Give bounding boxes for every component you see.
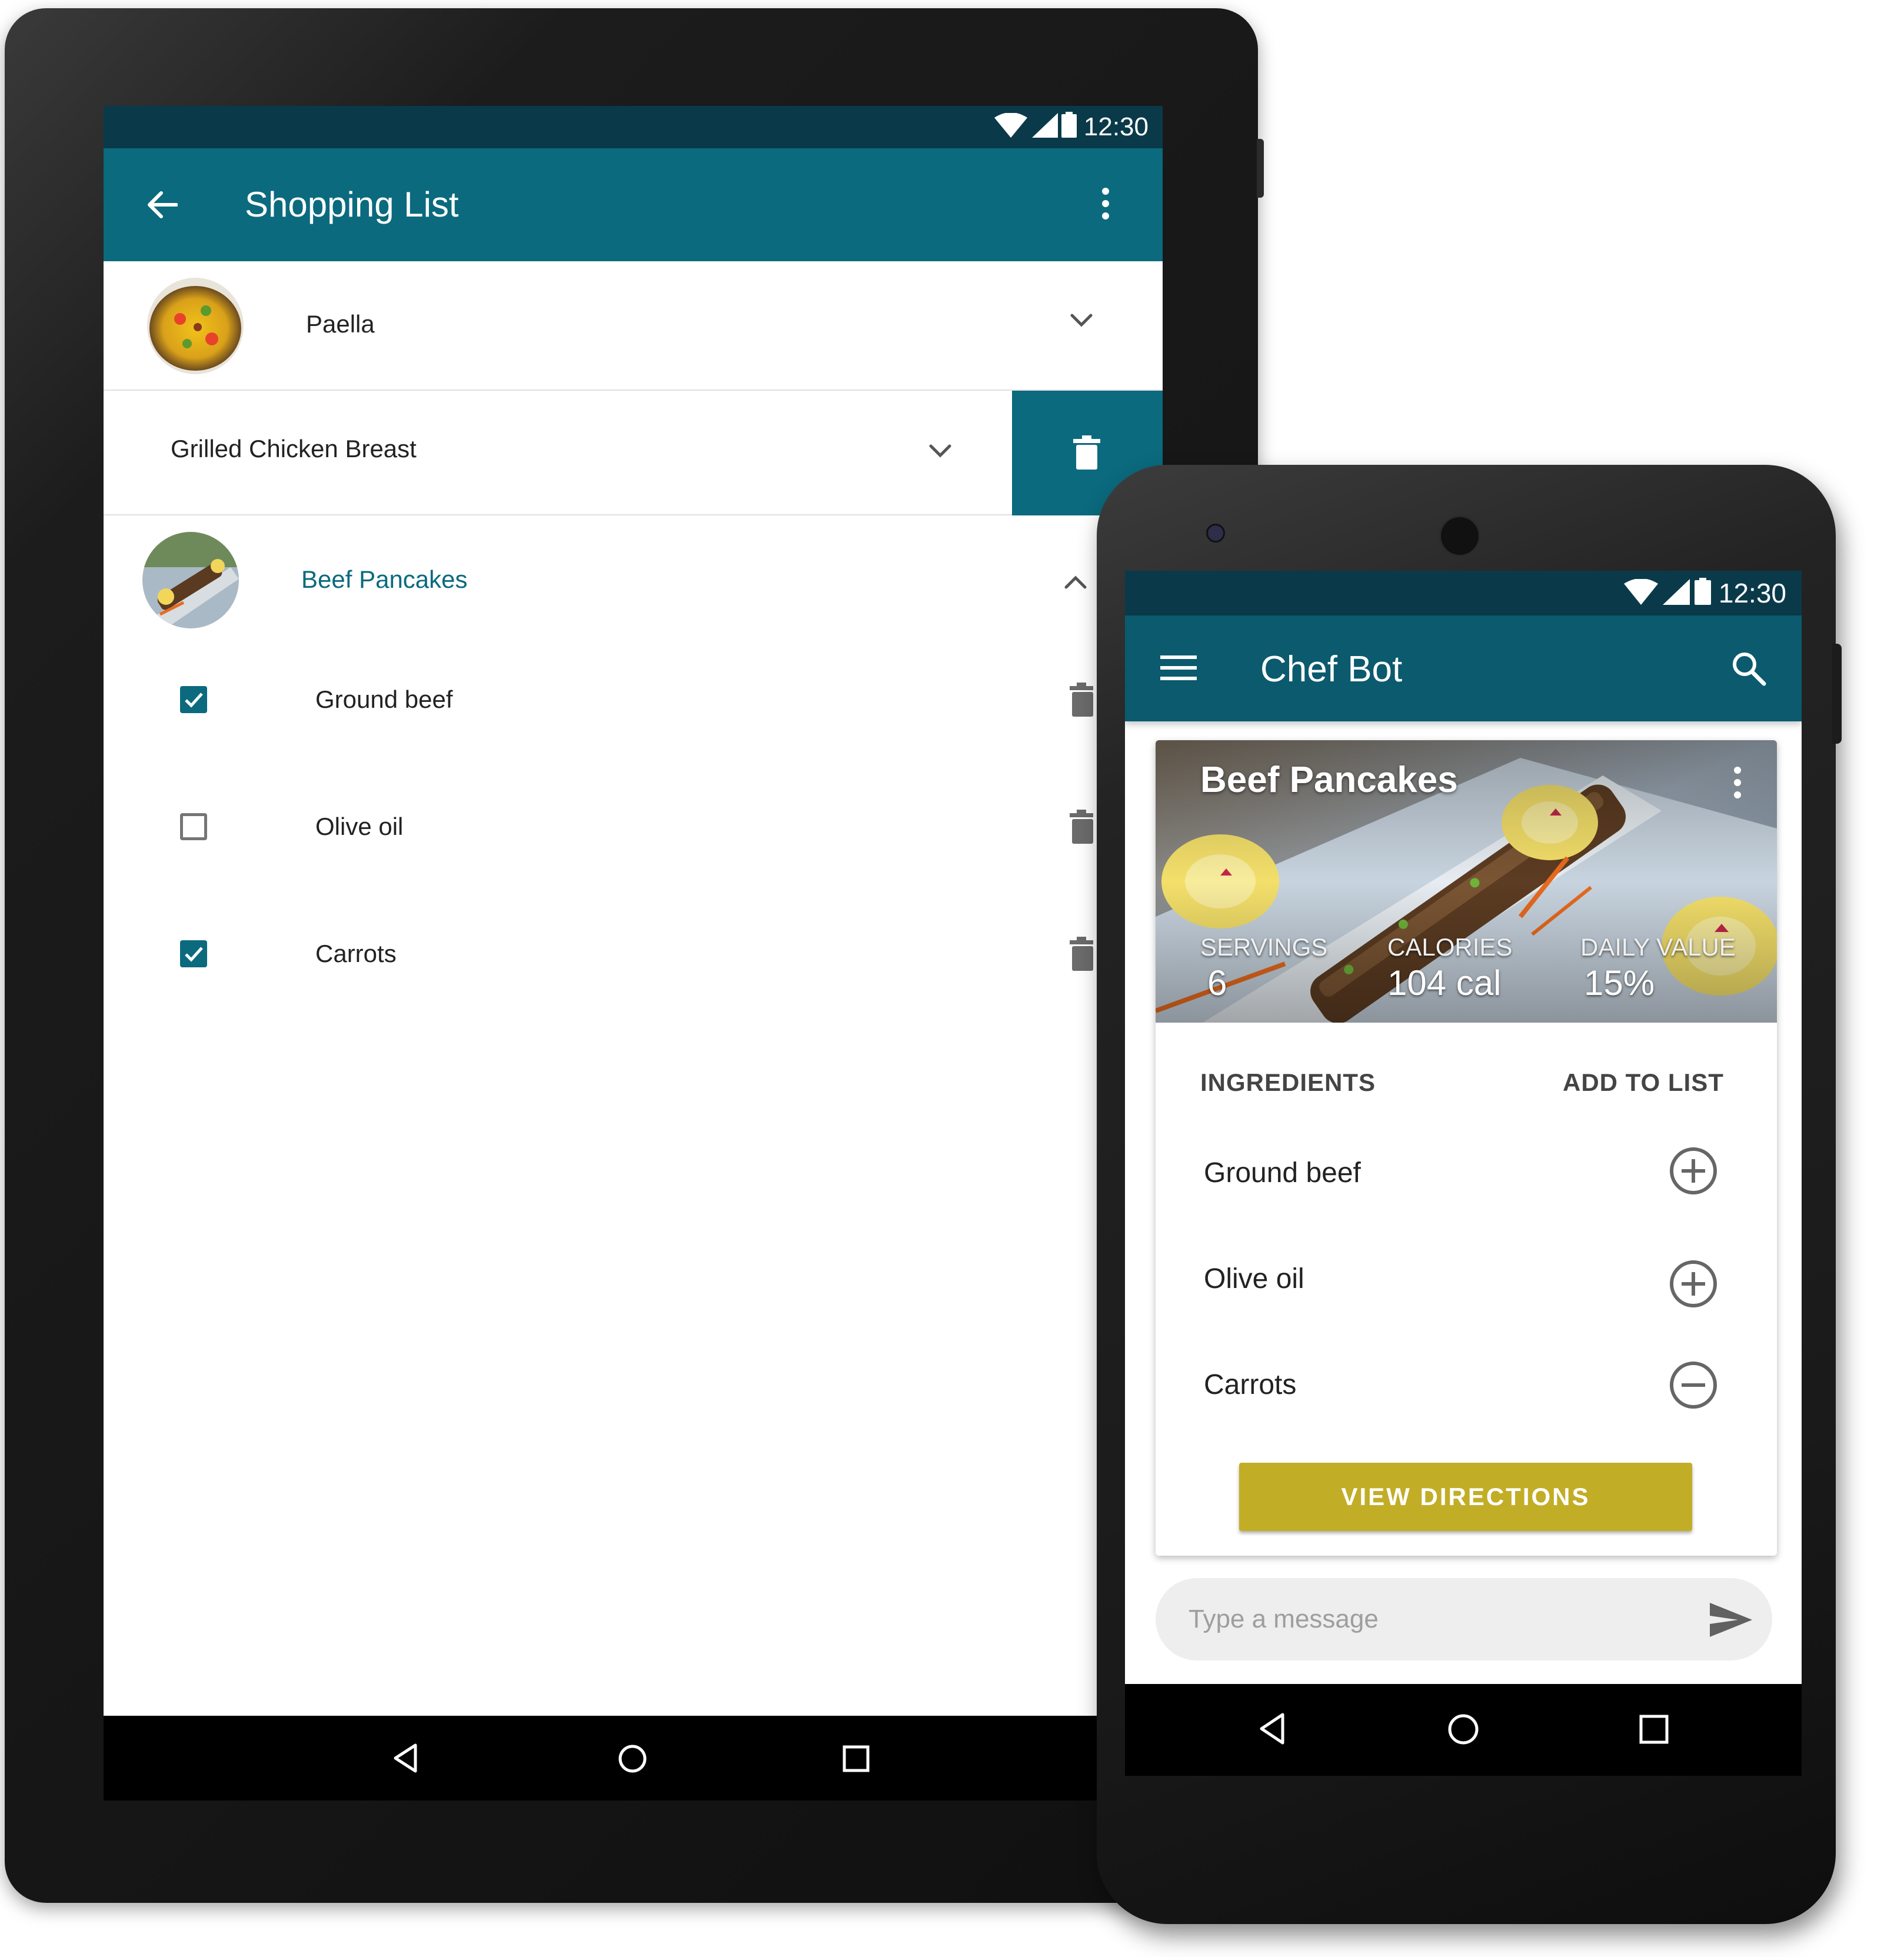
send-icon[interactable] (1709, 1602, 1753, 1638)
ingredient-name: Carrots (1204, 1369, 1297, 1400)
paella-thumbnail (147, 278, 244, 374)
status-time: 12:30 (1083, 112, 1149, 141)
ingredient-row: Ground beef (104, 668, 1163, 739)
wifi-icon (1624, 579, 1658, 605)
navigation-bar (1125, 1684, 1802, 1776)
stat-label: CALORIES (1387, 933, 1513, 961)
hamburger-menu-icon[interactable] (1160, 655, 1197, 680)
nav-back-icon[interactable] (1258, 1712, 1285, 1745)
chevron-up-icon[interactable] (1064, 574, 1087, 590)
recipe-name: Grilled Chicken Breast (171, 435, 417, 462)
recipe-hero-image: Beef Pancakes SERVINGS 6 CALORIES 104 ca… (1156, 740, 1777, 1023)
trash-icon[interactable] (1073, 435, 1100, 470)
phone-screen: 12:30 Chef Bot Beef Pancakes SERVINGS 6 … (1125, 571, 1802, 1776)
ingredient-name: Ground beef (315, 685, 453, 713)
view-directions-button[interactable]: VIEW DIRECTIONS (1239, 1463, 1692, 1531)
page-title: Chef Bot (1260, 649, 1403, 690)
add-to-list-header: ADD TO LIST (1563, 1069, 1724, 1096)
stat-value: 6 (1207, 963, 1227, 1003)
tablet-screen: 12:30 Shopping List Paella Grilled Chick… (104, 106, 1163, 1800)
ingredient-name: Carrots (315, 940, 397, 967)
trash-icon[interactable] (1070, 937, 1093, 971)
ingredients-header: INGREDIENTS (1200, 1069, 1376, 1096)
stat-daily-value: DAILY VALUE 15% (1580, 932, 1736, 1004)
recipe-title: Beef Pancakes (1200, 760, 1458, 800)
tablet-side-button (1257, 139, 1264, 198)
stat-value: 15% (1584, 963, 1655, 1003)
app-bar: Shopping List (104, 148, 1163, 261)
stat-label: DAILY VALUE (1580, 933, 1736, 961)
list-item-beef-pancakes[interactable]: Beef Pancakes Ground beef Olive oil Carr… (104, 515, 1163, 1716)
phone-side-button (1832, 644, 1842, 744)
stat-label: SERVINGS (1200, 933, 1328, 961)
nav-back-icon[interactable] (392, 1743, 418, 1773)
recipe-card: Beef Pancakes SERVINGS 6 CALORIES 104 ca… (1156, 740, 1777, 1556)
nav-recents-icon[interactable] (843, 1745, 870, 1772)
battery-icon (1695, 578, 1711, 605)
stat-calories: CALORIES 104 cal (1387, 932, 1512, 1004)
add-circle-icon[interactable] (1669, 1259, 1718, 1309)
phone-speaker (1439, 515, 1480, 557)
status-bar: 12:30 (1125, 571, 1802, 615)
overflow-menu-icon[interactable] (1733, 766, 1742, 799)
phone-camera (1206, 524, 1225, 542)
checkbox-icon[interactable] (180, 813, 207, 840)
trash-icon[interactable] (1070, 683, 1093, 717)
page-title: Shopping List (245, 185, 459, 224)
list-item-paella[interactable]: Paella (104, 261, 1163, 391)
ingredient-name: Olive oil (315, 813, 404, 840)
nav-recents-icon[interactable] (1639, 1715, 1669, 1744)
cell-signal-icon (1663, 579, 1690, 605)
battery-icon (1061, 112, 1077, 138)
nav-home-icon[interactable] (618, 1744, 647, 1773)
stat-value: 104 cal (1387, 963, 1502, 1003)
ingredient-row: Olive oil (104, 796, 1163, 866)
recipe-name-expanded: Beef Pancakes (301, 565, 468, 593)
message-placeholder: Type a message (1189, 1605, 1379, 1633)
message-input[interactable]: Type a message (1156, 1578, 1772, 1660)
nav-home-icon[interactable] (1447, 1713, 1479, 1745)
list-item-grilled-chicken[interactable]: Grilled Chicken Breast (104, 391, 1012, 515)
beef-pancakes-thumbnail (142, 532, 239, 628)
status-bar: 12:30 (104, 106, 1163, 148)
cell-signal-icon (1032, 113, 1058, 138)
ingredient-row: Carrots (104, 923, 1163, 993)
search-icon[interactable] (1731, 651, 1766, 686)
navigation-bar (104, 1716, 1163, 1800)
back-arrow-icon[interactable] (147, 191, 178, 219)
overflow-menu-icon[interactable] (1101, 187, 1110, 220)
remove-circle-icon[interactable] (1669, 1360, 1718, 1410)
chevron-down-icon[interactable] (928, 444, 952, 459)
checkbox-icon[interactable] (180, 686, 207, 713)
wifi-icon (994, 113, 1027, 138)
checkbox-icon[interactable] (180, 940, 207, 967)
ingredient-name: Olive oil (1204, 1263, 1304, 1294)
trash-icon[interactable] (1070, 810, 1093, 844)
stat-servings: SERVINGS 6 (1200, 932, 1327, 1004)
recipe-name: Paella (306, 310, 375, 338)
chevron-down-icon[interactable] (1070, 313, 1093, 328)
app-bar: Chef Bot (1125, 615, 1802, 721)
add-circle-icon[interactable] (1669, 1146, 1718, 1196)
status-time: 12:30 (1718, 578, 1786, 608)
ingredient-name: Ground beef (1204, 1157, 1361, 1189)
